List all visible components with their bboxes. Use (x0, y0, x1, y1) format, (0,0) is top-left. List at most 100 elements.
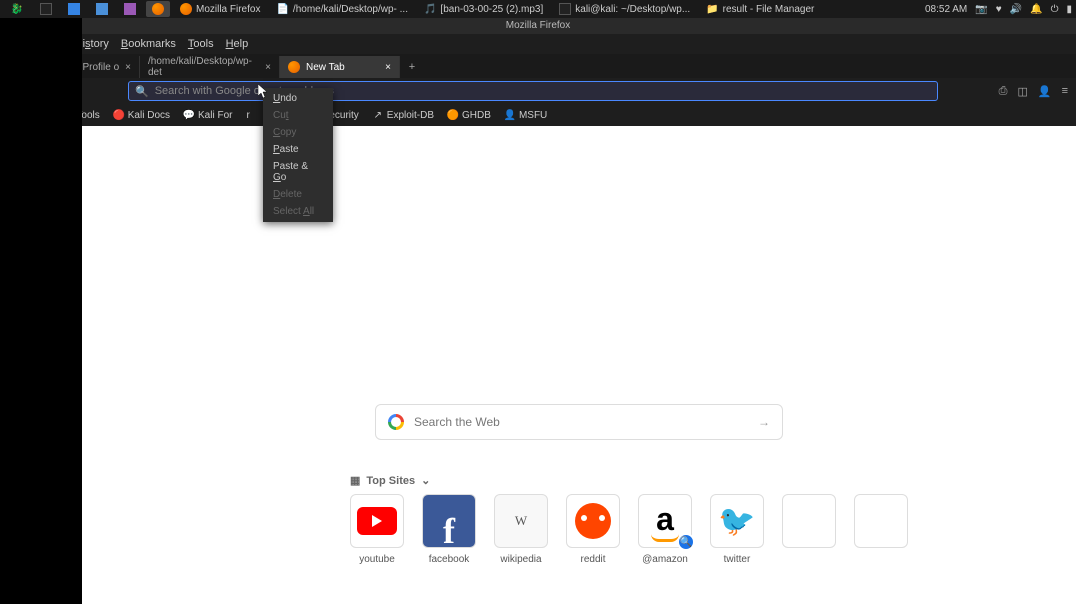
library-icon[interactable]: ⎙ (999, 85, 1008, 98)
taskbar-clock: 08:52 AM (925, 4, 967, 15)
wifi-icon[interactable]: ♥ (996, 4, 1002, 15)
close-icon[interactable]: × (385, 62, 391, 73)
tile-label: facebook (429, 554, 470, 565)
close-icon[interactable]: × (125, 62, 131, 73)
taskbar-app2-icon[interactable] (118, 1, 142, 17)
taskbar-filemgr-window[interactable]: 📁result - File Manager (700, 2, 820, 17)
taskbar-label: kali@kali: ~/Desktop/wp... (575, 4, 690, 15)
taskbar-files-icon[interactable] (62, 1, 86, 17)
bookmark-msfu[interactable]: 👤MSFU (505, 110, 547, 121)
search-icon: 🔍 (135, 85, 149, 98)
os-taskbar: 🐉 Mozilla Firefox 📄/home/kali/Desktop/wp… (0, 0, 1076, 18)
grid-icon: ▦ (350, 474, 360, 487)
menubar: Edit View History Bookmarks Tools Help (0, 34, 1076, 54)
newtab-content: Search the Web → ▦ Top Sites ⌄ youtube f… (82, 126, 1076, 604)
tab-label: New Tab (306, 62, 345, 73)
google-icon (388, 414, 404, 430)
bookmark-r[interactable]: r (246, 110, 249, 121)
taskbar-right: 08:52 AM 📷 ♥ 🔊 🔔 ⏻ ▮ (925, 4, 1072, 15)
taskbar-app-icon[interactable] (90, 1, 114, 17)
ctx-delete[interactable]: Delete (263, 186, 333, 203)
ctx-cut[interactable]: Cut (263, 107, 333, 124)
ctx-copy[interactable]: Copy (263, 124, 333, 141)
taskbar-label: [ban-03-00-25 (2).mp3] (440, 4, 543, 15)
bookmark-kali-for[interactable]: 💬Kali For (184, 110, 232, 121)
context-menu: Undo Cut Copy Paste Paste & Go Delete Se… (263, 88, 333, 222)
menu-icon[interactable]: ▮ (1066, 4, 1072, 15)
tile-label: @amazon (642, 554, 688, 565)
twitter-icon: 🐦 (710, 494, 764, 548)
chevron-down-icon: ⌄ (421, 474, 430, 487)
hamburger-icon[interactable]: ≡ (1062, 85, 1068, 98)
wikipedia-icon: W (494, 494, 548, 548)
topsite-facebook[interactable]: f facebook (422, 494, 476, 565)
taskbar-label: Mozilla Firefox (196, 4, 260, 15)
amazon-icon: a🔍 (638, 494, 692, 548)
ctx-select-all[interactable]: Select All (263, 203, 333, 220)
menu-help[interactable]: Help (226, 38, 249, 50)
reddit-icon (575, 503, 611, 539)
power-icon[interactable]: ⏻ (1051, 4, 1059, 15)
taskbar-label: result - File Manager (723, 4, 815, 15)
black-panel (0, 18, 82, 604)
search-badge-icon: 🔍 (677, 533, 695, 551)
bookmark-ghdb[interactable]: 🟠GHDB (448, 110, 491, 121)
taskbar-kali-icon[interactable]: 🐉 (4, 0, 30, 18)
menu-bookmarks[interactable]: Bookmarks (121, 38, 176, 50)
topsite-reddit[interactable]: reddit (566, 494, 620, 565)
close-icon[interactable]: × (265, 62, 271, 73)
ctx-undo[interactable]: Undo (263, 90, 333, 107)
forum-icon: 💬 (184, 110, 194, 120)
topsites-header[interactable]: ▦ Top Sites ⌄ (350, 474, 430, 487)
topsite-amazon[interactable]: a🔍 @amazon (638, 494, 692, 565)
menu-tools[interactable]: Tools (188, 38, 214, 50)
topsite-empty[interactable] (854, 494, 908, 565)
tab-wpdet[interactable]: /home/kali/Desktop/wp-det × (140, 56, 280, 78)
firefox-icon (288, 61, 300, 73)
taskbar-label: /home/kali/Desktop/wp- ... (293, 4, 408, 15)
taskbar-editor-window[interactable]: 📄/home/kali/Desktop/wp- ... (270, 2, 414, 17)
taskbar-terminal-icon[interactable] (34, 1, 58, 17)
bookmarks-bar: ining 🔧Kali Tools 🔴Kali Docs 💬Kali For r… (0, 104, 1076, 126)
ctx-paste[interactable]: Paste (263, 141, 333, 158)
url-bar[interactable]: 🔍 Search with Google or enter address (128, 81, 938, 101)
msfu-icon: 👤 (505, 110, 515, 120)
taskbar-firefox-window[interactable]: Mozilla Firefox (174, 1, 266, 17)
window-title: Mozilla Firefox (0, 18, 1076, 34)
tile-label: twitter (724, 554, 751, 565)
docs-icon: 🔴 (114, 110, 124, 120)
web-search-box[interactable]: Search the Web → (375, 404, 783, 440)
topsite-wikipedia[interactable]: W wikipedia (494, 494, 548, 565)
toolbar: 🔍 Search with Google or enter address ⎙ … (0, 78, 1076, 104)
toolbar-icons: ⎙ ◫ 👤 ≡ (999, 85, 1068, 98)
youtube-icon (357, 507, 397, 535)
empty-tile (782, 494, 836, 548)
taskbar-left: 🐉 Mozilla Firefox 📄/home/kali/Desktop/wp… (4, 0, 820, 18)
topsite-twitter[interactable]: 🐦 twitter (710, 494, 764, 565)
taskbar-firefox-active[interactable] (146, 1, 170, 17)
taskbar-terminal-window[interactable]: kali@kali: ~/Desktop/wp... (553, 1, 696, 17)
tab-newtab[interactable]: New Tab × (280, 56, 400, 78)
sidebar-icon[interactable]: ◫ (1017, 85, 1027, 98)
ctx-paste-go[interactable]: Paste & Go (263, 158, 333, 186)
volume-icon[interactable]: 🔊 (1010, 4, 1022, 15)
ghdb-icon: 🟠 (448, 110, 458, 120)
notification-icon[interactable]: 🔔 (1030, 4, 1042, 15)
tile-label: youtube (359, 554, 395, 565)
empty-tile (854, 494, 908, 548)
taskbar-mp3-window[interactable]: 🎵[ban-03-00-25 (2).mp3] (418, 2, 549, 17)
bookmark-exploitdb[interactable]: ↗Exploit-DB (373, 110, 434, 121)
tab-label: /home/kali/Desktop/wp-det (148, 56, 259, 78)
search-placeholder: Search the Web (414, 415, 500, 429)
search-arrow-icon[interactable]: → (758, 415, 770, 429)
exploit-icon: ↗ (373, 110, 383, 120)
topsites-label: Top Sites (366, 475, 415, 487)
topsite-youtube[interactable]: youtube (350, 494, 404, 565)
tab-bar: BreachForums - Profile o × /home/kali/De… (0, 54, 1076, 78)
account-icon[interactable]: 👤 (1038, 85, 1052, 98)
topsites-grid: youtube f facebook W wikipedia reddit a🔍… (350, 494, 908, 565)
camera-icon[interactable]: 📷 (975, 4, 987, 15)
new-tab-button[interactable]: + (400, 56, 424, 78)
topsite-empty[interactable] (782, 494, 836, 565)
bookmark-kali-docs[interactable]: 🔴Kali Docs (114, 110, 170, 121)
